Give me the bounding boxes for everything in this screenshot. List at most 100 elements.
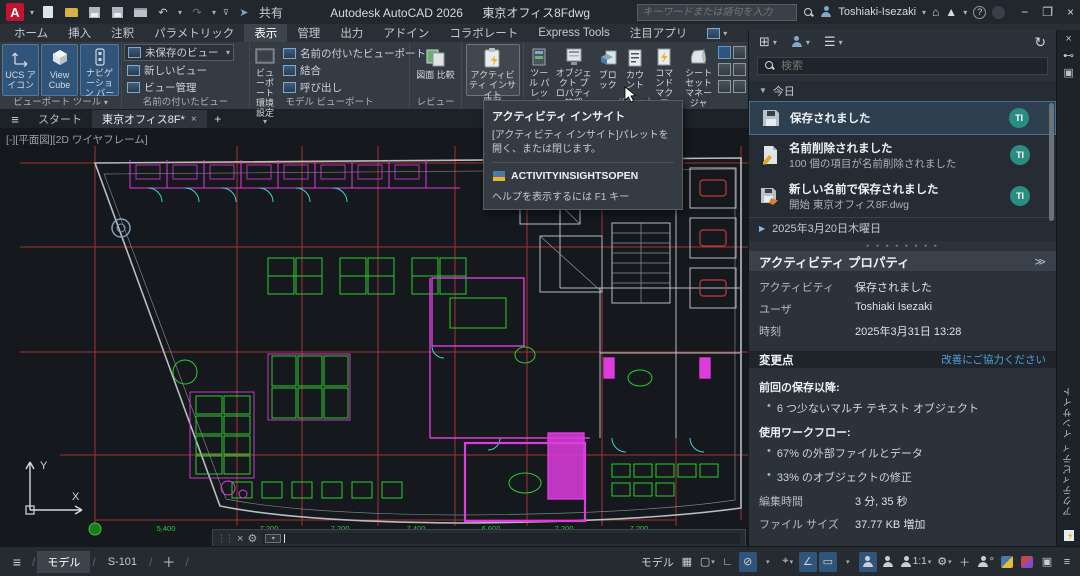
- help-search-input[interactable]: [642, 7, 792, 18]
- palette-close-icon[interactable]: ×: [1065, 34, 1071, 45]
- restore-viewports-button[interactable]: 呼び出し: [280, 79, 429, 95]
- palette-properties-icon[interactable]: ▣: [1063, 68, 1073, 79]
- app-menu-caret-icon[interactable]: ▾: [30, 8, 34, 17]
- markup-import-icon[interactable]: [718, 63, 731, 76]
- refresh-icon[interactable]: ↻: [1034, 34, 1046, 51]
- palette-search-input[interactable]: [781, 60, 1041, 72]
- annotation-visibility-icon[interactable]: [859, 552, 877, 572]
- dynamic-input-caret-icon[interactable]: ▾: [839, 552, 857, 572]
- restore-button[interactable]: ❐: [1042, 5, 1053, 19]
- notification-icon[interactable]: [992, 6, 1005, 19]
- sheet-views-icon[interactable]: [718, 80, 731, 93]
- palette-autohide-icon[interactable]: ⊷: [1063, 51, 1074, 62]
- plot-icon[interactable]: [132, 5, 148, 19]
- open-file-icon[interactable]: [63, 5, 79, 19]
- palette-search-box[interactable]: [757, 57, 1048, 75]
- tab-output[interactable]: 出力: [330, 24, 373, 42]
- properties-palette-button[interactable]: オブジェクト プロパティ管理: [553, 44, 593, 96]
- grid-display-icon[interactable]: ▦: [678, 552, 696, 572]
- avatar[interactable]: TI: [1010, 186, 1030, 206]
- redo-caret-icon[interactable]: ▾: [212, 8, 216, 17]
- avatar[interactable]: TI: [1009, 108, 1029, 128]
- user-menu-caret-icon[interactable]: ▾: [922, 8, 926, 17]
- viewport-controls-label[interactable]: [-][平面図][2D ワイヤフレーム]: [6, 132, 148, 147]
- tab-parametric[interactable]: パラメトリック: [144, 24, 244, 42]
- panel-label-viewport-tools[interactable]: ビューポート ツール ▾: [0, 96, 121, 109]
- app-store-icon[interactable]: ⌂: [932, 5, 939, 19]
- tab-addins[interactable]: アドイン: [373, 24, 439, 42]
- tab-home[interactable]: ホーム: [4, 24, 58, 42]
- ucs-icon-button[interactable]: UCS アイコン: [2, 44, 39, 96]
- isodraft-icon[interactable]: ∠: [799, 552, 817, 572]
- autodesk-caret-icon[interactable]: ▾: [963, 8, 967, 17]
- workspace-gear-icon[interactable]: ⚙▾: [935, 552, 953, 572]
- undo-caret-icon[interactable]: ▾: [178, 8, 182, 17]
- polar-caret-icon[interactable]: ▾: [759, 552, 777, 572]
- save-icon[interactable]: [86, 5, 102, 19]
- view-mode-button[interactable]: ⊞▾: [759, 34, 777, 50]
- viewcube-button[interactable]: View Cube: [41, 44, 78, 96]
- ortho-mode-icon[interactable]: ∟: [719, 552, 737, 572]
- feed-item-purged[interactable]: 名前削除されました 100 個の項目が名前削除されました TI: [749, 135, 1056, 176]
- command-grip-icon[interactable]: ⋮⋮: [217, 533, 233, 544]
- tab-document[interactable]: 東京オフィス8F*×: [92, 110, 207, 128]
- trace-icon[interactable]: [1018, 552, 1036, 572]
- snap-mode-icon[interactable]: ▢▾: [698, 552, 717, 572]
- new-layout-button[interactable]: ＋: [154, 552, 183, 571]
- polar-tracking-icon[interactable]: ⊘: [739, 552, 757, 572]
- tab-close-icon[interactable]: ×: [191, 114, 197, 125]
- join-viewports-button[interactable]: 結合: [280, 62, 429, 78]
- layout-menu-icon[interactable]: ≡: [4, 554, 30, 570]
- command-input[interactable]: ▾: [261, 532, 741, 545]
- annotation-monitor-icon[interactable]: ＋: [956, 552, 974, 572]
- recent-commands-icon[interactable]: ▾: [265, 534, 281, 543]
- named-viewports-button[interactable]: 名前の付いたビューポート: [280, 45, 429, 61]
- drawing-compare-button[interactable]: 図面 比較: [414, 44, 458, 96]
- user-filter-button[interactable]: ▾: [791, 36, 810, 48]
- close-button[interactable]: ×: [1067, 5, 1074, 19]
- save-as-icon[interactable]: [109, 5, 125, 19]
- view-dropdown[interactable]: 未保存のビュー ▾: [124, 44, 234, 61]
- annotation-scale-button[interactable]: 1:1▾: [899, 552, 933, 572]
- autocad-logo-icon[interactable]: A: [6, 3, 24, 21]
- viewport-configuration-button[interactable]: ビューポート 環境設定 ▾: [252, 44, 278, 96]
- navigation-bar-button[interactable]: ナビゲーション バー: [80, 44, 119, 96]
- share-label[interactable]: 共有: [259, 4, 283, 21]
- sheet-set-manager-button[interactable]: シート セット マネージャ: [680, 44, 717, 96]
- customization-menu-icon[interactable]: ≡: [1058, 552, 1076, 572]
- palette-splitter[interactable]: • • • • • • • •: [749, 241, 1056, 251]
- file-tab-menu-icon[interactable]: ≡: [2, 110, 28, 128]
- tab-start[interactable]: スタート: [28, 110, 92, 128]
- group-date[interactable]: ▶ 2025年3月20日木曜日: [749, 217, 1056, 239]
- clean-screen-icon[interactable]: ▣: [1038, 552, 1056, 572]
- activity-properties-header[interactable]: アクティビティ プロパティ ≫: [749, 251, 1056, 272]
- units-icon[interactable]: °: [976, 552, 996, 572]
- layout-tab-model[interactable]: モデル: [37, 551, 90, 573]
- redo-icon[interactable]: ↷: [189, 5, 205, 19]
- tab-view[interactable]: 表示: [244, 24, 287, 42]
- share-icon[interactable]: ➤: [236, 5, 252, 19]
- feedback-link[interactable]: 改善にご協力ください: [941, 352, 1046, 367]
- tab-annotate[interactable]: 注釈: [101, 24, 144, 42]
- qat-customize-icon[interactable]: ⊽: [223, 8, 229, 17]
- tab-collaborate[interactable]: コラボレート: [439, 24, 528, 42]
- new-tab-button[interactable]: +: [207, 110, 229, 128]
- search-icon[interactable]: [803, 7, 814, 18]
- help-icon[interactable]: ?: [973, 6, 986, 19]
- annotation-autoscale-icon[interactable]: [879, 552, 897, 572]
- activity-insight-palette-icon[interactable]: [718, 46, 731, 59]
- feed-item-saved[interactable]: 保存されました TI: [749, 101, 1056, 135]
- dynamic-input-icon[interactable]: ▭: [819, 552, 837, 572]
- tab-express-tools[interactable]: Express Tools: [528, 24, 619, 42]
- tab-manage[interactable]: 管理: [287, 24, 330, 42]
- avatar[interactable]: TI: [1010, 145, 1030, 165]
- collapse-chevron-icon[interactable]: ≫: [1035, 256, 1047, 266]
- graphics-performance-icon[interactable]: [998, 552, 1016, 572]
- feed-scrollbar[interactable]: [1049, 103, 1054, 221]
- help-search-box[interactable]: [637, 4, 797, 21]
- ribbon-display-toggle-icon[interactable]: ▾: [697, 24, 737, 42]
- command-customize-icon[interactable]: ⚙: [247, 532, 257, 545]
- model-space-button[interactable]: モデル: [639, 552, 676, 572]
- feed-item-saved-as[interactable]: 新しい名前で保存されました 開始 東京オフィス8F.dwg TI: [749, 176, 1056, 217]
- tab-insert[interactable]: 挿入: [58, 24, 101, 42]
